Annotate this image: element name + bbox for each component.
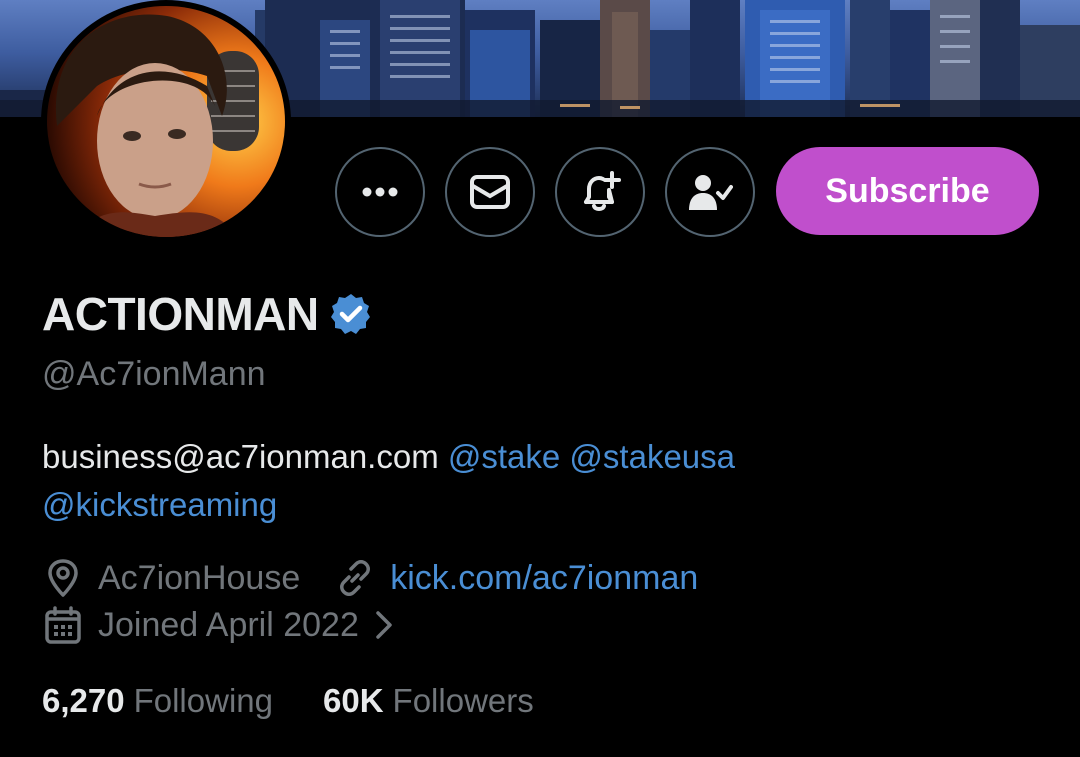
profile-avatar[interactable]: [41, 0, 291, 243]
bio-mention-stakeusa[interactable]: @stakeusa: [569, 438, 735, 475]
more-horizontal-icon: [362, 187, 398, 197]
location-pin-icon: [48, 559, 78, 597]
chevron-right-icon[interactable]: [369, 608, 399, 642]
message-button[interactable]: [445, 147, 535, 237]
display-name: ACTIONMAN: [42, 288, 319, 340]
followers-label: Followers: [392, 682, 534, 719]
bio-mention-kickstreaming[interactable]: @kickstreaming: [42, 486, 277, 523]
profile-bio: business@ac7ionman.com @stake @stakeusa …: [42, 433, 1042, 529]
profile-website-link[interactable]: kick.com/ac7ionman: [390, 559, 698, 598]
user-handle: @Ac7ionMann: [42, 355, 266, 393]
subscribe-label: Subscribe: [825, 171, 990, 210]
bell-plus-icon: [584, 171, 621, 211]
notifications-button[interactable]: [555, 147, 645, 237]
followers-stat[interactable]: 60K Followers: [323, 682, 534, 720]
following-button[interactable]: [665, 147, 755, 237]
link-icon: [340, 560, 371, 596]
calendar-icon: [45, 606, 81, 644]
followers-count: 60K: [323, 682, 384, 719]
subscribe-button[interactable]: Subscribe: [776, 147, 1039, 235]
profile-page: Subscribe ACTIONMAN @Ac7ionMann business…: [0, 0, 1080, 757]
following-stat[interactable]: 6,270 Following: [42, 682, 273, 720]
envelope-icon: [470, 175, 510, 209]
profile-joined-date[interactable]: Joined April 2022: [98, 606, 359, 645]
following-label: Following: [133, 682, 273, 719]
bio-email[interactable]: business@ac7ionman.com: [42, 438, 439, 475]
person-check-icon: [689, 175, 733, 210]
profile-meta-location-website: Ac7ionHouse kick.com/ac7ionman: [42, 557, 698, 599]
verified-badge-icon[interactable]: [329, 292, 373, 336]
avatar-image: [47, 6, 285, 237]
display-name-row: ACTIONMAN: [42, 287, 373, 341]
profile-stats: 6,270 Following 60K Followers: [42, 682, 534, 720]
bio-mention-stake[interactable]: @stake: [448, 438, 560, 475]
more-options-button[interactable]: [335, 147, 425, 237]
profile-location: Ac7ionHouse: [98, 558, 301, 597]
following-count: 6,270: [42, 682, 125, 719]
profile-meta-joined: Joined April 2022: [42, 604, 399, 646]
